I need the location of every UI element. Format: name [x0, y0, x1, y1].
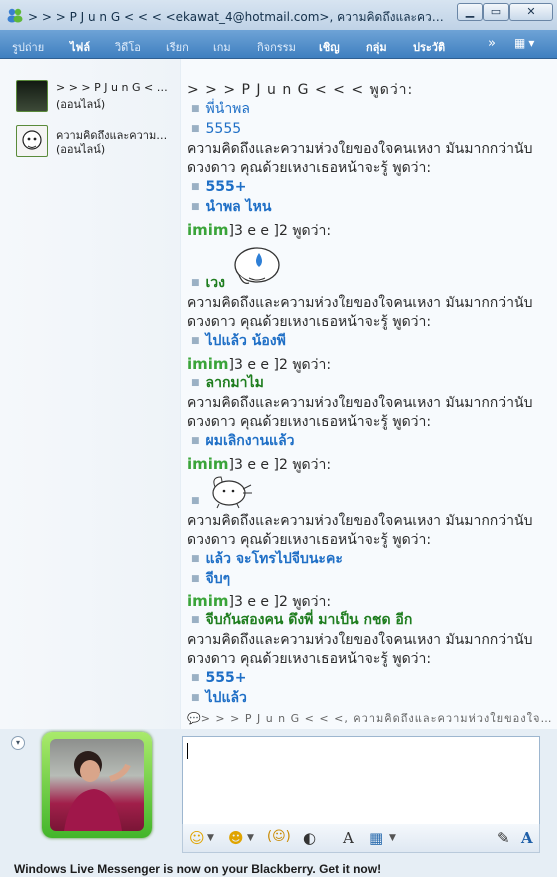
- promo-banner-link[interactable]: Windows Live Messenger is now on your Bl…: [14, 862, 381, 876]
- chat-message: ■ ลากมาไม: [191, 375, 264, 391]
- options-menu-icon[interactable]: ▦ ▾: [514, 36, 534, 50]
- speaker-header: imim]3 e e ]2 พูดว่า:: [187, 221, 332, 239]
- participant-1[interactable]: > > > P J u n G < < < (ออนไลน์): [16, 80, 176, 114]
- chat-message: ■ จีบกันสองคน ดึงพี่ มาเป็น กชด อีก: [191, 612, 413, 628]
- speaker-header: ดวงดาว คุณด้วยเหงาเธอหน้าจะรู้ พูดว่า:: [187, 314, 432, 330]
- wink-dropdown-icon[interactable]: ▼: [247, 833, 254, 843]
- speaker-header: ดวงดาว คุณด้วยเหงาเธอหน้าจะรู้ พูดว่า:: [187, 651, 432, 667]
- messenger-buddy-icon: [7, 8, 23, 23]
- chat-message: ■ แล้ว จะโทรไปจีบนะคะ: [191, 551, 343, 567]
- compose-area: ▾ ☺ ▼ ☻ ▼ (☺) ◐ A ▦ ▼ ✎ A Windows Live M…: [0, 729, 557, 877]
- person-photo-icon: [64, 751, 131, 831]
- speaker-header: ดวงดาว คุณด้วยเหงาเธอหน้าจะรู้ พูดว่า:: [187, 414, 432, 430]
- speaker-header: ความคิดถึงและความห่วงใยของใจคนเหงา มันมา…: [187, 295, 533, 311]
- speaker-header: ความคิดถึงและความห่วงใยของใจคนเหงา มันมา…: [187, 513, 533, 529]
- title-bar[interactable]: > > > P J u n G < < < <ekawat_4@hotmail.…: [0, 0, 557, 30]
- menu-call[interactable]: เรียก: [166, 38, 189, 56]
- text-caret: [187, 743, 188, 759]
- background-picker-icon[interactable]: ▦: [369, 829, 383, 847]
- speaker-header: ความคิดถึงและความห่วงใยของใจคนเหงา มันมา…: [187, 395, 533, 411]
- speaker-header: > > > P J u n G < < < พูดว่า:: [187, 82, 414, 98]
- contact-display-picture: [16, 125, 48, 157]
- menu-photos[interactable]: รูปถ่าย: [12, 38, 44, 56]
- action-menu-bar: รูปถ่าย ไฟล์ วิดีโอ เรียก เกม กิจกรรม เช…: [0, 30, 557, 59]
- chat-message: ■ 555+: [191, 179, 247, 195]
- text-mode-icon[interactable]: A: [521, 829, 533, 847]
- speaker-header: ดวงดาว คุณด้วยเหงาเธอหน้าจะรู้ พูดว่า:: [187, 532, 432, 548]
- voice-clip-icon[interactable]: ◐: [303, 829, 316, 847]
- options-dropdown-arrow-icon: ▾: [528, 36, 535, 50]
- imim-nickname-graphic: imim: [187, 221, 229, 239]
- my-display-picture-frame[interactable]: [42, 732, 152, 838]
- imim-nickname-graphic: imim: [187, 455, 229, 473]
- contact-status: (ออนไลน์): [56, 143, 106, 156]
- imim-nickname-graphic: imim: [187, 355, 229, 373]
- last-message-info: 💬> > > P J u n G < < <, ความคิดถึงและควา…: [187, 712, 553, 725]
- speaker-header: imim]3 e e ]2 พูดว่า:: [187, 455, 332, 473]
- chat-message: ■ จีบๆ: [191, 571, 231, 587]
- chat-message: ■ ผมเลิกงานแล้ว: [191, 433, 295, 449]
- sad-ghost-emoticon-icon: [234, 247, 280, 284]
- menu-video[interactable]: วิดีโอ: [115, 38, 141, 56]
- minimize-button[interactable]: ▁: [457, 3, 483, 21]
- maximize-button[interactable]: ▭: [483, 3, 509, 21]
- menu-activities[interactable]: กิจกรรม: [257, 38, 296, 56]
- speaker-header: imim]3 e e ]2 พูดว่า:: [187, 592, 332, 610]
- menu-invite[interactable]: เชิญ: [319, 38, 340, 56]
- wink-picker-icon[interactable]: ☻: [228, 829, 244, 847]
- speaker-header: ความคิดถึงและความห่วงใยของใจคนเหงา มันมา…: [187, 632, 533, 648]
- menu-history[interactable]: ประวัติ: [413, 38, 445, 56]
- my-display-picture: [50, 739, 144, 831]
- conversation-history[interactable]: > > > P J u n G < < < พูดว่า: ■ พี่นำพล ■…: [181, 59, 557, 729]
- participant-2[interactable]: ความคิดถึงและความห่วงใย... (ออนไลน์): [16, 125, 176, 159]
- window-title: > > > P J u n G < < < <ekawat_4@hotmail.…: [28, 10, 448, 24]
- compose-toolbar: ☺ ▼ ☻ ▼ (☺) ◐ A ▦ ▼ ✎ A: [182, 824, 540, 853]
- speaker-header: ความคิดถึงและความห่วงใยของใจคนเหงา มันมา…: [187, 141, 533, 157]
- chat-message: ■ นำพล ไหน: [191, 199, 272, 215]
- contact-name: > > > P J u n G < < <: [56, 81, 174, 94]
- emoticon-dropdown-icon[interactable]: ▼: [207, 833, 214, 843]
- close-button[interactable]: ✕: [509, 3, 553, 21]
- handwriting-mode-icon[interactable]: ✎: [497, 829, 510, 847]
- participants-panel: > > > P J u n G < < < (ออนไลน์) ความคิดถ…: [0, 59, 180, 733]
- speaker-header: imim]3 e e ]2 พูดว่า:: [187, 355, 332, 373]
- messenger-window: > > > P J u n G < < < <ekawat_4@hotmail.…: [0, 0, 557, 877]
- menu-group[interactable]: กลุ่ม: [366, 38, 387, 56]
- message-input[interactable]: [182, 736, 540, 826]
- emoticon-picker-icon[interactable]: ☺: [189, 829, 205, 847]
- contact-display-picture: [16, 80, 48, 112]
- more-menu-chevron-icon[interactable]: »: [488, 36, 496, 51]
- nudge-button-icon[interactable]: (☺): [267, 829, 291, 844]
- expand-picture-button[interactable]: ▾: [11, 736, 25, 750]
- background-dropdown-icon[interactable]: ▼: [389, 833, 396, 843]
- speech-bubble-icon: 💬: [187, 712, 201, 725]
- chat-message: ■ ไปแล้ว: [191, 690, 247, 706]
- font-change-icon[interactable]: A: [343, 829, 354, 847]
- imim-nickname-graphic: imim: [187, 592, 229, 610]
- chat-message: ■ 5555: [191, 121, 242, 137]
- cartoon-sheep-icon: [22, 130, 42, 150]
- chat-message: ■ พี่นำพล: [191, 101, 250, 117]
- chat-message: ■ ไปแล้ว น้องพี: [191, 333, 286, 349]
- contact-status: (ออนไลน์): [56, 98, 106, 111]
- chat-message: ■ 555+: [191, 670, 247, 686]
- cartoon-bunny-emoticon-icon: [212, 476, 252, 509]
- menu-games[interactable]: เกม: [213, 38, 231, 56]
- menu-files[interactable]: ไฟล์: [70, 38, 90, 56]
- speaker-header: ดวงดาว คุณด้วยเหงาเธอหน้าจะรู้ พูดว่า:: [187, 160, 432, 176]
